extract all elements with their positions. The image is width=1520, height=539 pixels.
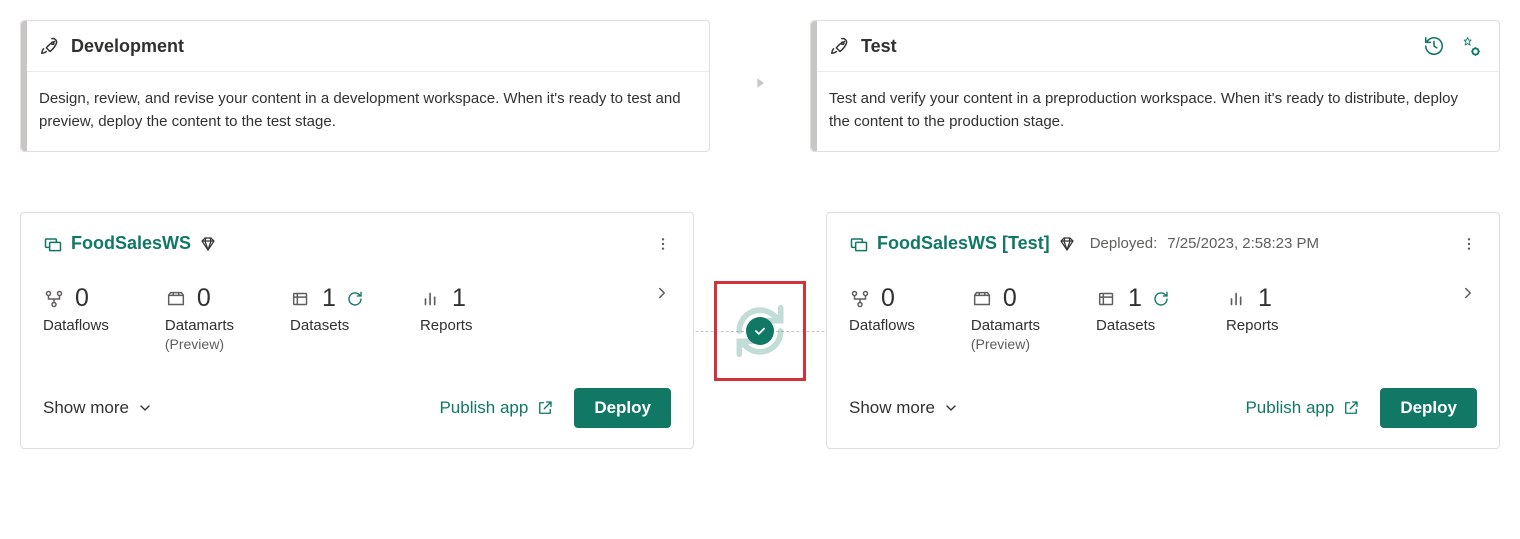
- stat-count: 0: [881, 284, 895, 313]
- stat-datasets: 1 Datasets: [290, 284, 364, 334]
- show-more-toggle[interactable]: Show more: [849, 398, 959, 418]
- refresh-icon[interactable]: [1152, 290, 1170, 308]
- deploy-button[interactable]: Deploy: [574, 388, 671, 428]
- stage-test: Test Test and verif: [810, 20, 1500, 152]
- publish-app-link[interactable]: Publish app: [1245, 398, 1360, 418]
- stat-count: 0: [1003, 284, 1017, 313]
- publish-label: Publish app: [1245, 398, 1334, 418]
- deployed-label: Deployed:: [1090, 235, 1158, 252]
- show-more-toggle[interactable]: Show more: [43, 398, 153, 418]
- stat-sublabel: (Preview): [165, 336, 234, 352]
- stat-label: Datamarts: [971, 317, 1040, 334]
- workspace-icon: [849, 234, 869, 254]
- chevron-down-icon: [137, 400, 153, 416]
- external-link-icon: [1342, 399, 1360, 417]
- stat-count: 1: [1258, 284, 1272, 313]
- stat-label: Datasets: [1096, 317, 1170, 334]
- stat-label: Reports: [1226, 317, 1279, 334]
- stat-datamarts: 0 Datamarts (Preview): [971, 284, 1040, 352]
- stage-row: Development Design, review, and revise y…: [20, 20, 1500, 152]
- check-icon: [753, 324, 767, 338]
- chevron-down-icon: [943, 400, 959, 416]
- publish-app-link[interactable]: Publish app: [439, 398, 554, 418]
- more-menu-icon[interactable]: [1461, 234, 1477, 254]
- dataflows-icon: [849, 288, 871, 310]
- stat-label: Dataflows: [43, 317, 109, 334]
- stat-count: 1: [1128, 284, 1142, 313]
- deploy-button[interactable]: Deploy: [1380, 388, 1477, 428]
- stage-description: Design, review, and revise your content …: [21, 72, 709, 151]
- scroll-right-icon[interactable]: [1459, 284, 1477, 302]
- history-icon[interactable]: [1423, 35, 1445, 57]
- stat-count: 1: [322, 284, 336, 313]
- stat-sublabel: (Preview): [971, 336, 1040, 352]
- datamarts-icon: [165, 288, 187, 310]
- reports-icon: [420, 288, 442, 310]
- stat-reports: 1 Reports: [420, 284, 473, 334]
- workspace-icon: [43, 234, 63, 254]
- workspace-name-link[interactable]: FoodSalesWS: [71, 233, 191, 254]
- rocket-icon: [829, 35, 851, 57]
- datamarts-icon: [971, 288, 993, 310]
- workspace-card-test: FoodSalesWS [Test] Deployed: 7/25/2023, …: [826, 212, 1500, 449]
- stat-label: Dataflows: [849, 317, 915, 334]
- stat-count: 0: [197, 284, 211, 313]
- stat-dataflows: 0 Dataflows: [849, 284, 915, 334]
- stage-development: Development Design, review, and revise y…: [20, 20, 710, 152]
- stage-title: Test: [861, 36, 1423, 57]
- stat-reports: 1 Reports: [1226, 284, 1279, 334]
- workspace-row: FoodSalesWS 0 Dataflows: [20, 212, 1500, 449]
- stat-count: 1: [452, 284, 466, 313]
- deployed-timestamp: 7/25/2023, 2:58:23 PM: [1167, 235, 1319, 252]
- compare-success-badge[interactable]: [746, 317, 774, 345]
- stat-label: Datasets: [290, 317, 364, 334]
- stat-label: Reports: [420, 317, 473, 334]
- stage-accent: [811, 21, 817, 151]
- stat-label: Datamarts: [165, 317, 234, 334]
- datasets-icon: [1096, 288, 1118, 310]
- stage-accent: [21, 21, 27, 151]
- dataflows-icon: [43, 288, 65, 310]
- workspace-card-dev: FoodSalesWS 0 Dataflows: [20, 212, 694, 449]
- compare-highlight-box: [714, 281, 806, 381]
- stats-strip: 0 Dataflows 0 Datamarts (Preview): [43, 284, 671, 352]
- rocket-icon: [39, 35, 61, 57]
- stage-advance-arrow[interactable]: [730, 20, 790, 91]
- stats-strip: 0 Dataflows 0 Datamarts (Preview): [849, 284, 1477, 352]
- reports-icon: [1226, 288, 1248, 310]
- settings-bolt-icon[interactable]: [1459, 35, 1481, 57]
- show-more-label: Show more: [43, 398, 129, 418]
- scroll-right-icon[interactable]: [653, 284, 671, 302]
- refresh-icon[interactable]: [346, 290, 364, 308]
- external-link-icon: [536, 399, 554, 417]
- compare-indicator-wrapper: [714, 281, 806, 381]
- stat-datamarts: 0 Datamarts (Preview): [165, 284, 234, 352]
- stage-description: Test and verify your content in a prepro…: [811, 72, 1499, 151]
- diamond-icon: [199, 235, 217, 253]
- show-more-label: Show more: [849, 398, 935, 418]
- stat-dataflows: 0 Dataflows: [43, 284, 109, 334]
- stat-count: 0: [75, 284, 89, 313]
- workspace-name-link[interactable]: FoodSalesWS [Test]: [877, 233, 1050, 254]
- publish-label: Publish app: [439, 398, 528, 418]
- more-menu-icon[interactable]: [655, 234, 671, 254]
- stat-datasets: 1 Datasets: [1096, 284, 1170, 334]
- stage-title: Development: [71, 36, 691, 57]
- diamond-icon: [1058, 235, 1076, 253]
- datasets-icon: [290, 288, 312, 310]
